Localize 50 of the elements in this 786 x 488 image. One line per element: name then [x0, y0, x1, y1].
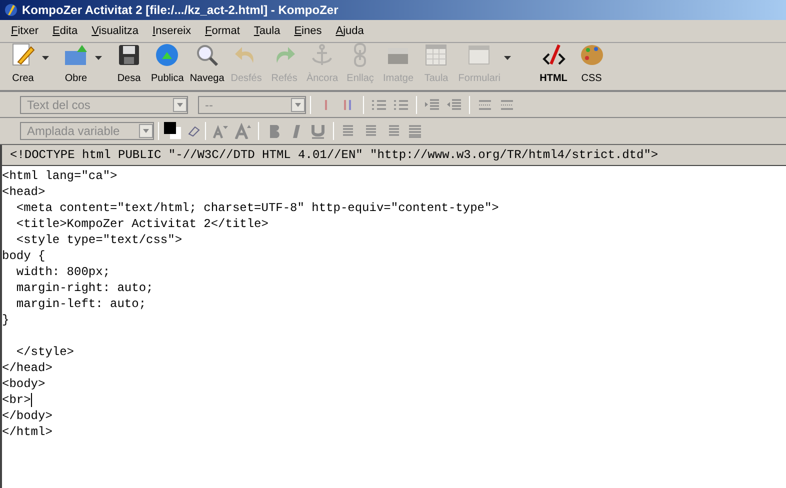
palette-icon — [578, 42, 605, 68]
outdent-icon[interactable] — [446, 96, 462, 112]
code-line: <br> — [2, 392, 31, 408]
dropdown-caret-icon[interactable] — [95, 56, 102, 60]
globe-icon — [154, 42, 180, 68]
larger-text-icon[interactable] — [235, 123, 251, 139]
code-line: margin-right: auto; — [15, 280, 154, 296]
code-line: <title>KompoZer Activitat 2</title> — [15, 216, 268, 232]
toolbar-button[interactable]: Crea — [4, 42, 42, 86]
doctype-text: <!DOCTYPE html PUBLIC "-//W3C//DTD HTML 4.01//EN" "http://www.w3.org/TR/html4/strict.dtd"> — [10, 147, 658, 164]
code-line: <meta content="text/html; charset=UTF-8" http-equiv="content-type"> — [15, 200, 499, 216]
table-icon — [423, 42, 450, 68]
menu-item[interactable]: Eines — [287, 22, 329, 40]
toolbar-button[interactable]: HTML — [534, 42, 573, 86]
code-line: } — [2, 312, 10, 328]
code-line: <html lang="ca"> — [2, 168, 118, 184]
code-line: <body> — [2, 376, 46, 392]
app-logo-icon — [4, 3, 18, 17]
menu-item[interactable]: Taula — [246, 22, 288, 40]
menu-item[interactable]: Ajuda — [328, 22, 371, 40]
code-line: body { — [2, 248, 46, 264]
smaller-text-icon[interactable] — [213, 123, 229, 139]
toolbar-button[interactable]: Navega — [186, 42, 228, 86]
justify-icon[interactable] — [407, 123, 423, 139]
code-line: <style type="text/css"> — [15, 232, 182, 248]
menu-item[interactable]: Format — [198, 22, 247, 40]
code-line: </body> — [2, 408, 52, 424]
menu-item[interactable]: Visualitza — [84, 22, 146, 40]
eraser-icon[interactable] — [187, 124, 201, 138]
toolbar-button[interactable]: Obre — [57, 42, 95, 86]
window-title: KompoZer Activitat 2 [file:/.../kz_act-2.html] - KompoZer — [22, 2, 338, 19]
dropdown-caret-icon[interactable] — [42, 56, 49, 60]
code-line: <head> — [2, 184, 46, 200]
code-line: </head> — [2, 360, 52, 376]
underline-icon[interactable] — [310, 123, 326, 139]
code-line: </html> — [2, 424, 52, 440]
toolbar-button[interactable]: CSS — [572, 42, 611, 86]
color-swatches-icon[interactable] — [163, 122, 183, 140]
toolbar-button[interactable]: Desa — [110, 42, 148, 86]
code-line: </style> — [15, 344, 74, 360]
magnifier-icon — [194, 42, 220, 68]
code-line: margin-left: auto; — [15, 296, 146, 312]
toolbar-button[interactable]: Publica — [148, 42, 187, 86]
menu-item[interactable]: Edita — [46, 22, 85, 40]
menu-item[interactable]: Insereix — [146, 22, 198, 40]
menu-item[interactable]: Fitxer — [4, 22, 46, 40]
align-center-icon[interactable] — [363, 123, 379, 139]
source-editor[interactable] — [0, 165, 786, 488]
code-line: width: 800px; — [15, 264, 110, 280]
indent-icon[interactable] — [424, 96, 440, 112]
